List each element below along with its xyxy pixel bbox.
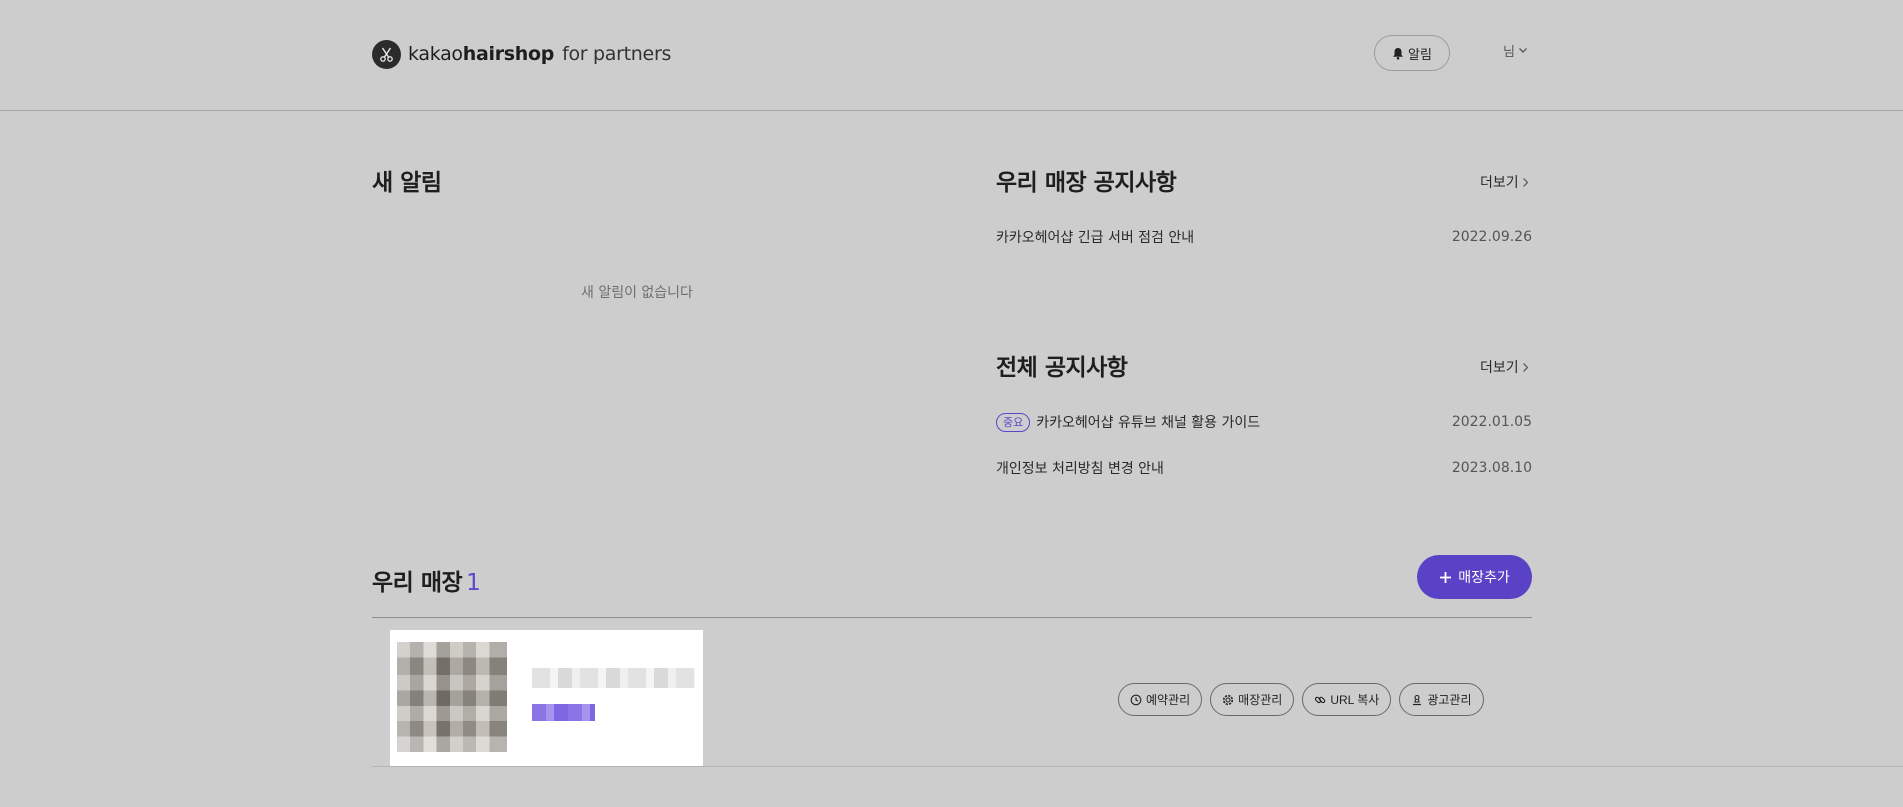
notice-title-text: 카카오헤어샵 유튜브 채널 활용 가이드 [1036,415,1261,431]
gear-icon [1223,694,1234,705]
logo-text-hairshop: hairshop [462,43,555,65]
store-name-redacted [532,668,695,688]
my-stores-title-text: 우리 매장 [372,570,463,596]
ad-manage-button[interactable]: 광고관리 [1399,683,1484,716]
empty-alarms-message: 새 알림이 없습니다 [581,285,693,301]
user-menu[interactable]: 님 [1503,41,1528,60]
add-store-button[interactable]: 매장추가 [1417,555,1532,599]
new-alarms-title: 새 알림 [372,170,442,196]
logo-text-partners: for partners [562,43,672,65]
url-copy-button[interactable]: URL 복사 [1302,683,1392,716]
store-notices-title: 우리 매장 공지사항 [996,170,1177,196]
all-notices-title: 전체 공지사항 [996,355,1128,381]
store-thumbnail [397,642,507,752]
notice-date: 2022.01.05 [1451,414,1532,430]
notice-title: 개인정보 처리방침 변경 안내 [996,461,1164,477]
notice-row[interactable]: 카카오헤어샵 긴급 서버 점검 안내 2022.09.26 [996,225,1532,249]
my-stores-title: 우리 매장 1 [372,563,481,597]
logo-text-kakao: kakao [408,43,463,65]
important-badge: 중요 [996,412,1031,432]
alarm-button-label: 알림 [1408,47,1432,63]
chevron-down-icon [1519,48,1527,53]
action-label: 예약관리 [1146,693,1191,707]
store-card[interactable] [390,630,703,766]
store-list-bottom-divider [372,766,1903,767]
alarm-button[interactable]: 알림 [1374,35,1450,71]
notice-title: 중요 카카오헤어샵 유튜브 채널 활용 가이드 [996,412,1260,432]
notice-row[interactable]: 중요 카카오헤어샵 유튜브 채널 활용 가이드 2022.01.05 [996,410,1532,434]
notice-title: 카카오헤어샵 긴급 서버 점검 안내 [996,230,1195,246]
chevron-right-icon [1522,362,1528,372]
action-label: 매장관리 [1238,693,1283,707]
store-manage-button[interactable]: 매장관리 [1210,683,1295,716]
bell-icon [1393,47,1404,60]
user-name: 님 [1503,45,1515,60]
clock-icon [1130,694,1142,705]
more-link-label: 더보기 [1480,360,1519,376]
link-icon [1315,696,1326,703]
action-label: 광고관리 [1427,693,1472,707]
logo[interactable]: kakaohairshop for partners [372,39,671,69]
store-tag-redacted [532,704,595,721]
store-notices-more-link[interactable]: 더보기 [1480,172,1529,192]
all-notices-more-link[interactable]: 더보기 [1480,357,1529,377]
store-actions: 예약관리 매장관리 URL 복사 광고관리 [1118,683,1484,716]
stamp-icon [1413,694,1422,705]
scissors-icon [372,39,401,69]
store-list-divider [372,617,1532,618]
logo-text: kakaohairshop for partners [408,43,671,65]
top-header: kakaohairshop for partners 알림 님 [0,0,1903,111]
notice-date: 2023.08.10 [1451,460,1532,476]
action-label: URL 복사 [1330,693,1380,707]
chevron-right-icon [1522,177,1528,187]
reservation-manage-button[interactable]: 예약관리 [1118,683,1203,716]
notice-date: 2022.09.26 [1451,229,1532,245]
notice-row[interactable]: 개인정보 처리방침 변경 안내 2023.08.10 [996,456,1532,480]
store-count: 1 [466,570,481,596]
more-link-label: 더보기 [1480,175,1519,191]
plus-icon [1440,571,1452,583]
add-store-label: 매장추가 [1458,569,1510,585]
